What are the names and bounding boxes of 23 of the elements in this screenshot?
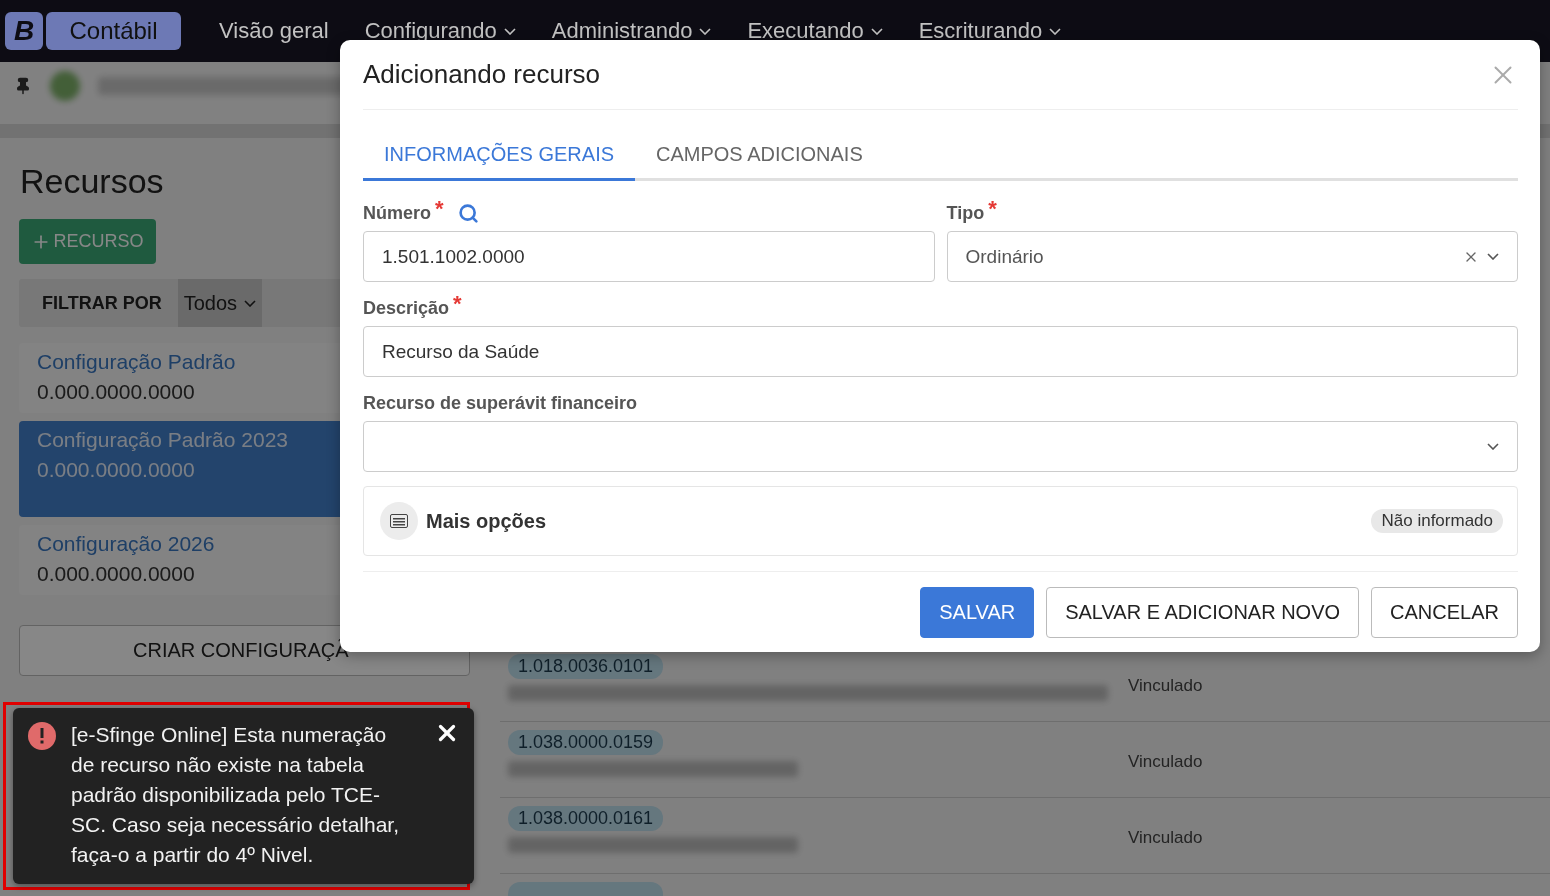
filter-label: FILTRAR POR: [41, 292, 163, 314]
configuration-code: 0.000.0000.0000: [37, 457, 195, 483]
page-title: Recursos: [20, 162, 165, 201]
status-text: Vinculado: [1128, 676, 1203, 697]
field-label: Número: [363, 202, 431, 224]
field-label: Tipo: [946, 202, 985, 224]
field-label: Descrição: [363, 297, 450, 319]
required-mark: *: [453, 294, 462, 314]
code-tag: 1.038.0000.0159: [508, 730, 664, 755]
toast-message: [e-Sfinge Online] Esta numeração de recurso não existe na tabela padrão disponibilizada pelo TCE-SC. Caso seja necessário detalhar, faça-o a partir do 4º Nivel.: [71, 722, 400, 868]
configuration-name: Configuração Padrão 2023: [37, 427, 288, 453]
configuration-code: 0.000.0000.0000: [37, 561, 195, 587]
dialog-title: Adicionando recurso: [363, 59, 601, 90]
configuration-code: 0.000.0000.0000: [37, 379, 195, 405]
required-mark: *: [435, 199, 444, 219]
configuration-name: Configuração 2026: [37, 531, 215, 557]
code-tag: 1.038.0000.0161: [508, 806, 664, 831]
code-tag: 1.018.0036.0101: [508, 654, 664, 679]
required-mark: *: [988, 199, 997, 219]
status-pill: Não informado: [1371, 509, 1503, 533]
status-text: Vinculado: [1128, 828, 1203, 849]
status-text: Vinculado: [1128, 752, 1203, 773]
configuration-name: Configuração Padrão: [37, 349, 236, 375]
